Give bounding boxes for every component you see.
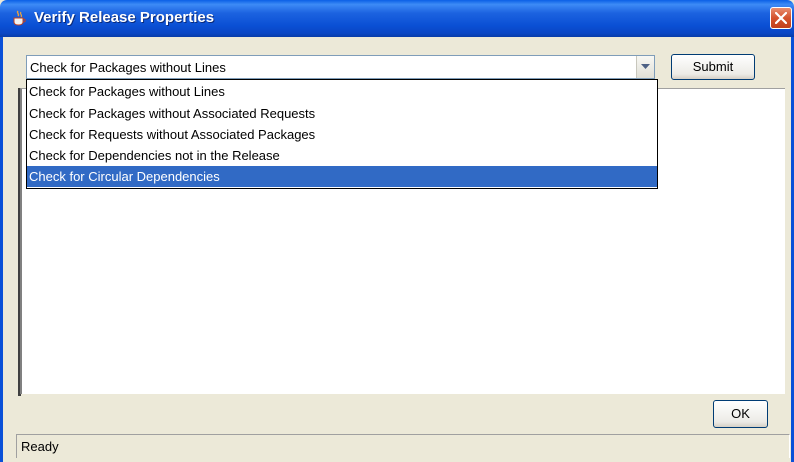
close-button[interactable] — [770, 7, 792, 29]
dropdown-option-selected[interactable]: Check for Circular Dependencies — [27, 166, 657, 187]
dropdown-option[interactable]: Check for Packages without Associated Re… — [27, 103, 657, 124]
check-type-dropdown-list: Check for Packages without Lines Check f… — [26, 79, 658, 189]
title-bar[interactable]: Verify Release Properties — [0, 0, 794, 37]
status-text: Ready — [21, 439, 59, 454]
combobox-dropdown-button[interactable] — [636, 56, 654, 78]
submit-button[interactable]: Submit — [671, 54, 755, 80]
dropdown-option[interactable]: Check for Packages without Lines — [27, 81, 657, 102]
combobox-value: Check for Packages without Lines — [30, 60, 226, 75]
dropdown-option[interactable]: Check for Dependencies not in the Releas… — [27, 145, 657, 166]
dropdown-option[interactable]: Check for Requests without Associated Pa… — [27, 124, 657, 145]
status-bar: Ready — [16, 434, 790, 458]
window-title: Verify Release Properties — [34, 9, 215, 26]
ok-button[interactable]: OK — [713, 400, 768, 428]
close-icon — [775, 12, 787, 24]
java-cup-icon — [11, 10, 27, 27]
chevron-down-icon — [641, 64, 650, 69]
check-type-combobox[interactable]: Check for Packages without Lines — [26, 55, 655, 79]
